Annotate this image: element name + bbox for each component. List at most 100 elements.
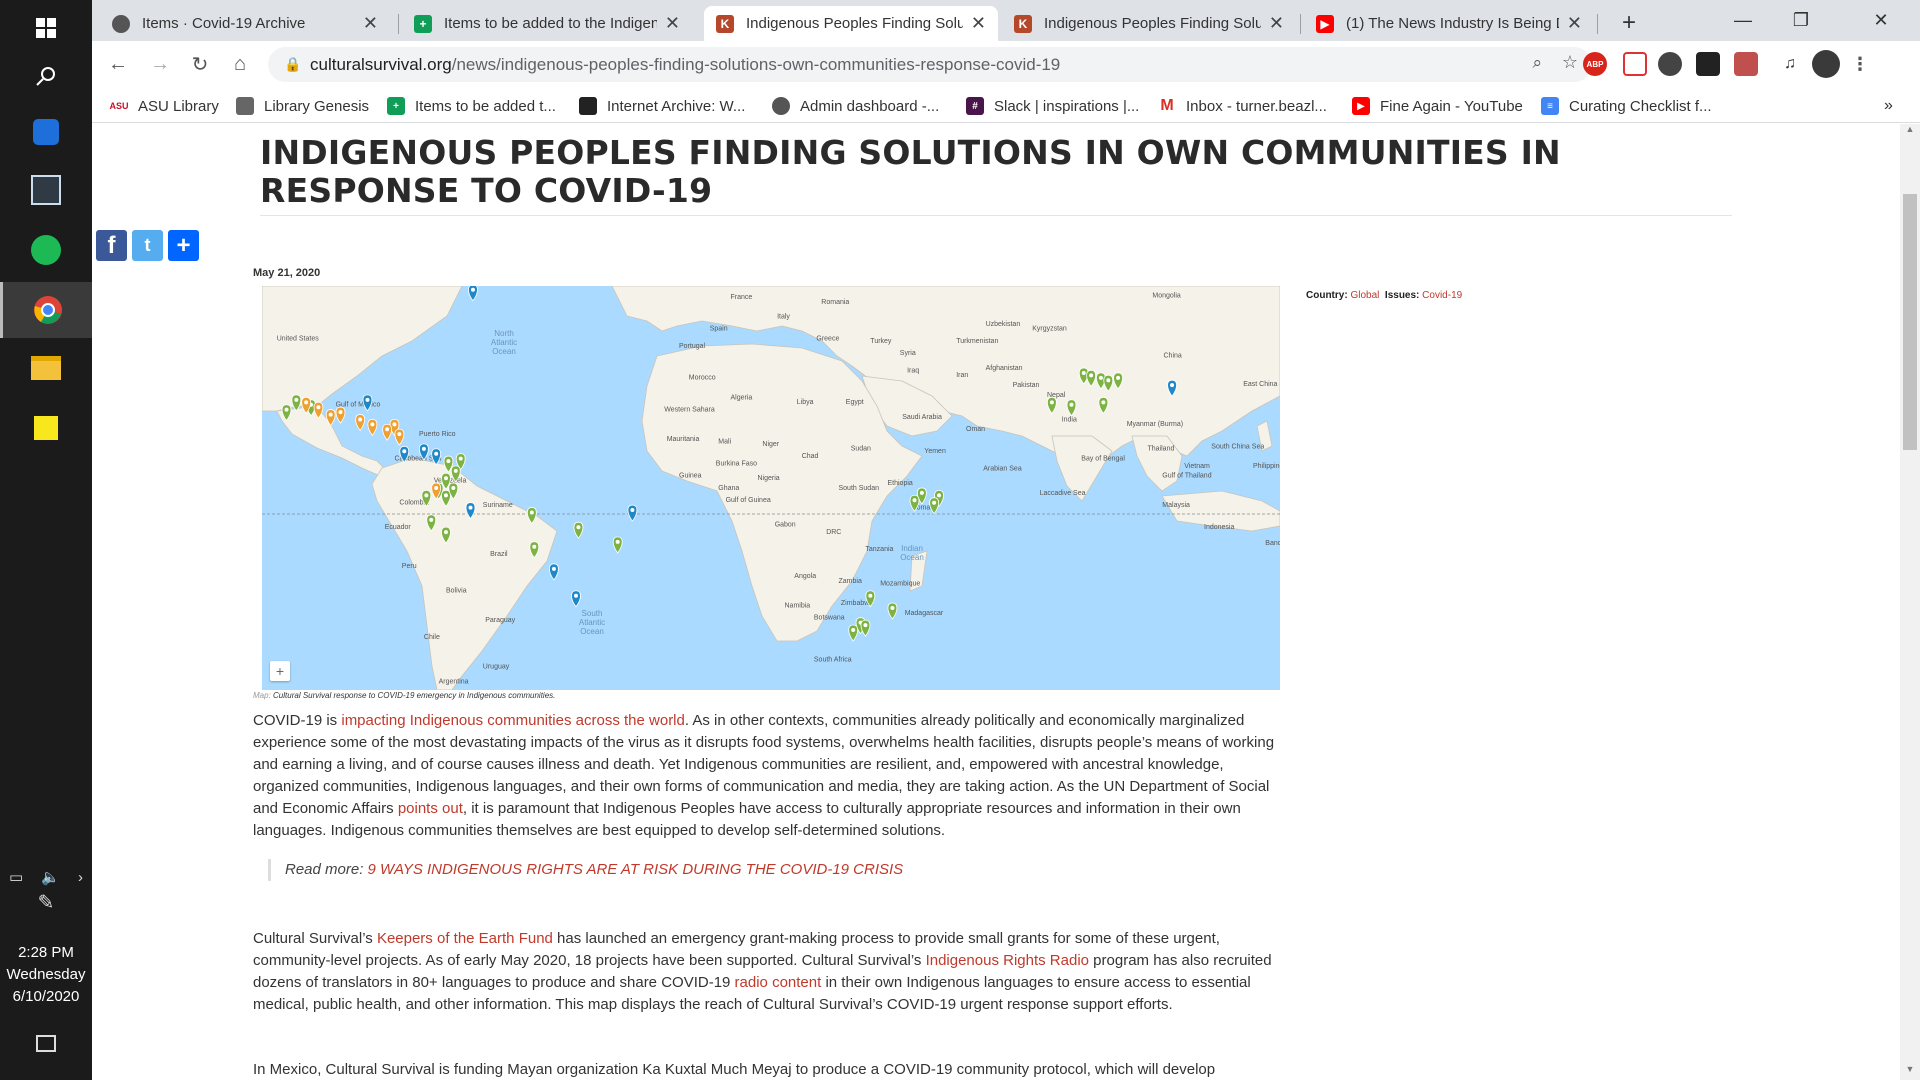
facebook-share-button[interactable]: f	[96, 230, 127, 261]
media-control-icon[interactable]: ♫	[1778, 52, 1802, 76]
adblock-plus-icon[interactable]: ABP	[1583, 52, 1607, 76]
close-tab-icon[interactable]: ✕	[971, 13, 986, 34]
globe-icon	[772, 97, 790, 115]
sticky-notes-icon[interactable]	[0, 400, 92, 456]
avatar[interactable]	[1812, 50, 1840, 78]
app-icon[interactable]	[0, 162, 92, 218]
country-link[interactable]: Global	[1350, 290, 1379, 301]
map-country-label: Sudan	[851, 446, 871, 453]
bookmark-item[interactable]: + Items to be added t...	[387, 95, 556, 117]
map-marker-dot	[1069, 402, 1074, 407]
response-map[interactable]: United States France Romania Italy Spain Gree…	[262, 286, 1280, 690]
bookmark-item[interactable]: Library Genesis	[236, 95, 369, 117]
browser-tab[interactable]: Items · Covid-19 Archive ✕	[100, 6, 390, 41]
keepers-of-the-earth-fund-link[interactable]: Keepers of the Earth Fund	[377, 930, 553, 947]
forward-button[interactable]: →	[144, 48, 176, 80]
bookmark-label: Library Genesis	[264, 97, 370, 115]
points-out-link[interactable]: points out	[398, 800, 463, 817]
map-marker-dot	[863, 623, 868, 628]
lock-icon[interactable]: 🔒	[284, 56, 301, 73]
back-button[interactable]: ←	[102, 48, 134, 80]
close-window-button[interactable]: ✕	[1852, 0, 1910, 41]
twitter-share-button[interactable]: t	[132, 230, 163, 261]
new-tab-button[interactable]: +	[1612, 6, 1646, 40]
chrome-icon[interactable]	[0, 282, 92, 338]
map-country-label: Puerto Rico	[419, 431, 456, 438]
map-country-label: Uruguay	[483, 664, 510, 671]
restore-button[interactable]: ❐	[1772, 0, 1830, 41]
extension-icon[interactable]	[1658, 52, 1682, 76]
close-tab-icon[interactable]: ✕	[665, 13, 680, 34]
bookmark-star-icon[interactable]: ☆	[1562, 52, 1578, 73]
spotify-icon[interactable]	[0, 222, 92, 278]
world-map[interactable]: United States France Romania Italy Spain Gree…	[262, 286, 1280, 690]
map-country-label: Kyrgyzstan	[1032, 326, 1067, 333]
share-button[interactable]: +	[168, 230, 199, 261]
taskbar-clock[interactable]: 2:28 PM Wednesday 6/10/2020	[0, 942, 92, 1008]
notifications-icon[interactable]	[0, 1018, 92, 1068]
bookmark-item[interactable]: ASU ASU Library	[110, 95, 219, 117]
map-marker-dot	[1081, 370, 1086, 375]
browser-tab[interactable]: + Items to be added to the Indigen ✕	[402, 6, 692, 41]
map-caption-prefix: Map:	[253, 691, 271, 700]
map-caption: Map: Cultural Survival response to COVID…	[253, 691, 555, 700]
close-tab-icon[interactable]: ✕	[363, 13, 378, 34]
bookmark-item[interactable]: Internet Archive: W...	[579, 95, 745, 117]
address-bar[interactable]: 🔒 culturalsurvival.org/news/indigenous-p…	[268, 47, 1592, 82]
pdf-icon[interactable]	[1734, 52, 1758, 76]
map-marker-dot	[1170, 383, 1175, 388]
youtube-icon: ▶	[1352, 97, 1370, 115]
task-view-icon[interactable]	[0, 104, 92, 160]
pen-icon[interactable]: ✎	[0, 882, 92, 922]
map-marker-dot	[397, 432, 402, 437]
map-marker-dot	[365, 397, 370, 402]
browser-tab[interactable]: ▶ (1) The News Industry Is Being D ✕	[1304, 6, 1594, 41]
map-marker-dot	[424, 493, 429, 498]
reload-button[interactable]: ↻	[184, 48, 216, 80]
article-paragraph: In Mexico, Cultural Survival is funding …	[253, 1061, 1216, 1078]
minimize-button[interactable]: —	[1714, 0, 1772, 41]
page-scrollbar[interactable]: ▲ ▼	[1900, 124, 1920, 1080]
scrollbar-thumb[interactable]	[1903, 194, 1917, 450]
scroll-down-icon[interactable]: ▼	[1900, 1064, 1920, 1080]
browser-tab-active[interactable]: K Indigenous Peoples Finding Solu ✕	[704, 6, 998, 41]
more-bookmarks-icon[interactable]: »	[1884, 95, 1893, 117]
divider	[260, 215, 1732, 216]
book-icon	[236, 97, 254, 115]
radio-content-link[interactable]: radio content	[735, 974, 822, 991]
map-marker-dot	[429, 517, 434, 522]
search-icon[interactable]	[0, 48, 92, 104]
issues-label: Issues:	[1384, 290, 1420, 301]
map-country-label: Western Sahara	[664, 407, 715, 414]
bookmark-item[interactable]: M Inbox - turner.beazl...	[1158, 95, 1327, 117]
clock-date: 6/10/2020	[12, 988, 80, 1005]
browser-tab[interactable]: K Indigenous Peoples Finding Solu ✕	[1002, 6, 1296, 41]
map-zoom-in-button[interactable]: +	[270, 661, 290, 681]
bookmark-item[interactable]: ≡ Curating Checklist f...	[1541, 95, 1712, 117]
extension-icon[interactable]	[1623, 52, 1647, 76]
file-explorer-icon[interactable]	[0, 340, 92, 396]
internet-archive-icon[interactable]	[1696, 52, 1720, 76]
browser-tab-strip: Items · Covid-19 Archive ✕ + Items to be…	[92, 0, 1920, 41]
bookmark-item[interactable]: # Slack | inspirations |...	[966, 95, 1139, 117]
menu-icon[interactable]: ⋮	[1848, 52, 1872, 76]
zoom-icon[interactable]: ⌕	[1532, 53, 1542, 73]
clock-time: 2:28 PM	[18, 944, 74, 961]
impacting-communities-link[interactable]: impacting Indigenous communities across …	[341, 712, 685, 729]
map-marker-dot	[630, 508, 635, 513]
scroll-up-icon[interactable]: ▲	[1900, 124, 1920, 140]
map-country-label: Yemen	[924, 448, 946, 455]
map-country-label: Indonesia	[1204, 524, 1234, 531]
issues-link[interactable]: Covid-19	[1422, 290, 1462, 301]
google-sheets-icon: +	[414, 14, 432, 33]
bookmark-item[interactable]: ▶ Fine Again - YouTube	[1352, 95, 1523, 117]
close-tab-icon[interactable]: ✕	[1269, 13, 1284, 34]
close-tab-icon[interactable]: ✕	[1567, 13, 1582, 34]
map-marker-dot	[1101, 400, 1106, 405]
map-marker-dot	[529, 510, 534, 515]
read-more-link[interactable]: 9 WAYS INDIGENOUS RIGHTS ARE AT RISK DUR…	[368, 861, 904, 878]
tab-title: Indigenous Peoples Finding Solu	[746, 15, 963, 32]
home-button[interactable]: ⌂	[224, 48, 256, 80]
indigenous-rights-radio-link[interactable]: Indigenous Rights Radio	[926, 952, 1089, 969]
bookmark-item[interactable]: Admin dashboard -...	[772, 95, 939, 117]
